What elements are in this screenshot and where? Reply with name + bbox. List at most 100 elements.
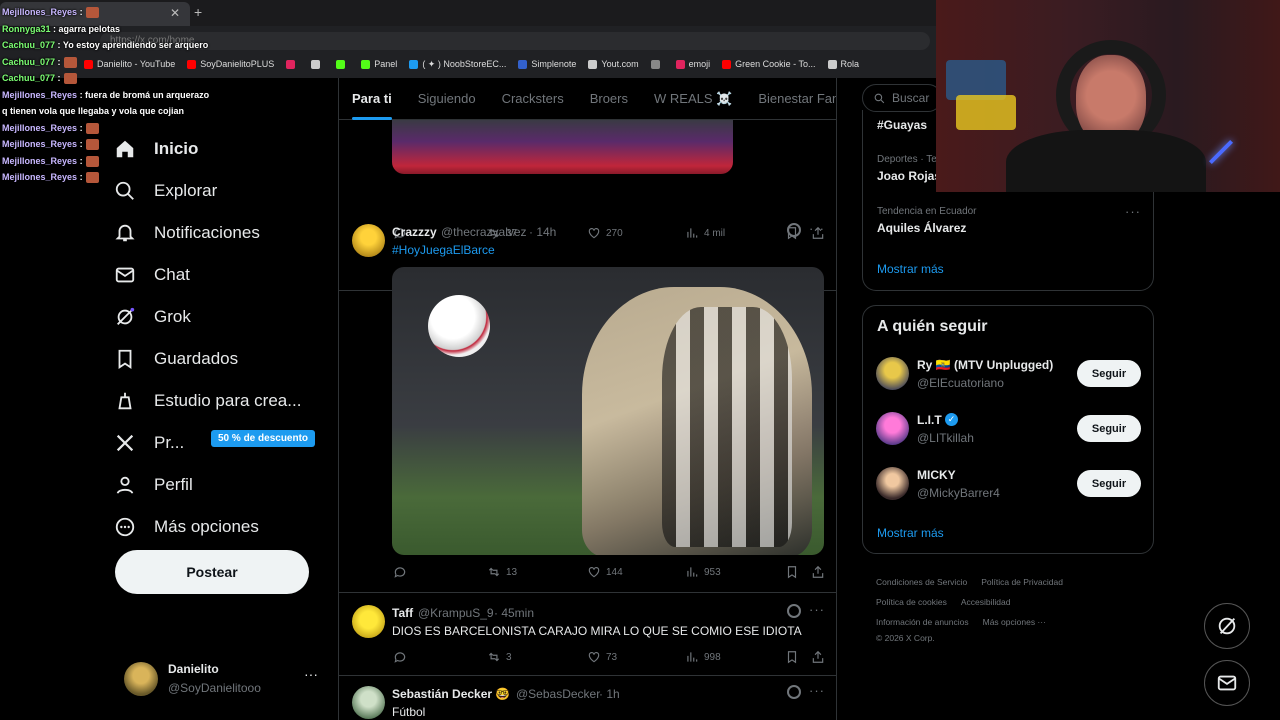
- reply-button[interactable]: [393, 565, 412, 579]
- suggested-user-name[interactable]: L.I.T: [917, 413, 942, 427]
- studio-icon: [118, 392, 132, 410]
- more-icon[interactable]: ···: [809, 683, 825, 698]
- avatar[interactable]: [876, 357, 909, 390]
- bookmark-item[interactable]: Yout.com: [588, 59, 639, 69]
- reply-button[interactable]: [393, 650, 412, 664]
- grok-icon[interactable]: [787, 604, 801, 618]
- show-more-follow-link[interactable]: Mostrar más: [877, 526, 944, 540]
- account-switcher[interactable]: Danielito @SoyDanielitooo ···: [124, 660, 324, 700]
- bookmark-item[interactable]: ( ✦ ) NoobStoreEC...: [409, 59, 506, 70]
- sidebar-item-guardados[interactable]: Guardados: [114, 338, 334, 380]
- trend-item[interactable]: #Guayas: [877, 118, 927, 132]
- bookmark-item[interactable]: Simplenote: [518, 59, 576, 69]
- led-light: [1208, 139, 1234, 165]
- bookmark-item[interactable]: [650, 59, 664, 69]
- bookmark-post-button[interactable]: [785, 650, 799, 664]
- trend-item[interactable]: Tendencia en Ecuador Aquiles Álvarez: [877, 206, 977, 235]
- post-hashtag[interactable]: #HoyJuegaElBarce: [392, 243, 495, 257]
- footer-link[interactable]: Política de Privacidad: [981, 577, 1063, 587]
- suggested-user-handle[interactable]: @MickyBarrer4: [917, 486, 1000, 500]
- post-author-handle[interactable]: @thecrazyalvez: [441, 225, 527, 239]
- chat-text: q tienen vola que llegaba y vola que coj…: [2, 106, 185, 116]
- sidebar-item-grok[interactable]: Grok: [114, 296, 334, 338]
- more-icon[interactable]: ···: [809, 221, 825, 236]
- more-icon[interactable]: ···: [304, 666, 318, 682]
- more-icon[interactable]: ···: [809, 602, 825, 617]
- post-time[interactable]: · 14h: [529, 225, 556, 239]
- bookmark-post-button[interactable]: [785, 565, 799, 579]
- post-author-handle[interactable]: @KrampuS_9: [418, 606, 494, 620]
- avatar[interactable]: [352, 686, 385, 719]
- grok-icon[interactable]: [787, 223, 801, 237]
- bookmark-item[interactable]: emoji: [675, 59, 710, 69]
- post-button[interactable]: Postear: [115, 550, 309, 594]
- suggested-user-name[interactable]: Ry 🇪🇨 (MTV Unplugged): [917, 358, 1053, 372]
- bookmark-item[interactable]: Green Cookie - To...: [722, 59, 816, 69]
- post[interactable]: Taff @KrampuS_9 · 45min ··· DIOS ES BARC…: [339, 593, 836, 676]
- post[interactable]: Sebastián Decker 🤓 @SebasDecker · 1h ···…: [339, 676, 836, 720]
- footer-link[interactable]: Condiciones de Servicio: [876, 577, 967, 587]
- views-button[interactable]: 998: [685, 650, 721, 664]
- views-button[interactable]: 953: [685, 565, 721, 579]
- bookmark-item[interactable]: Panel: [361, 59, 397, 69]
- post[interactable]: Crazzzy @thecrazyalvez · 14h ··· #HoyJue…: [339, 212, 836, 593]
- like-button[interactable]: 73: [587, 650, 617, 664]
- feed-tab[interactable]: Para ti: [352, 91, 392, 120]
- share-button[interactable]: [811, 650, 825, 664]
- like-button[interactable]: 144: [587, 565, 623, 579]
- bookmark-item[interactable]: [336, 59, 349, 69]
- avatar[interactable]: [352, 605, 385, 638]
- footer-link[interactable]: Más opciones ···: [983, 617, 1046, 627]
- sidebar-item-notificaciones[interactable]: Notificaciones: [114, 212, 334, 254]
- footer-link[interactable]: Política de cookies: [876, 597, 947, 607]
- show-more-trends-link[interactable]: Mostrar más: [877, 262, 944, 276]
- avatar[interactable]: [876, 412, 909, 445]
- grok-fab-button[interactable]: [1204, 603, 1250, 649]
- post-time[interactable]: · 45min: [494, 606, 534, 620]
- repost-button[interactable]: 3: [487, 650, 512, 664]
- feed-tab[interactable]: W REALS ☠️: [654, 91, 732, 107]
- chat-message: Mejillones_Reyes : fuera de bromá un arq…: [2, 87, 222, 104]
- chat-username: Mejillones_Reyes: [2, 155, 78, 166]
- suggested-user-name[interactable]: MICKY: [917, 468, 956, 482]
- post-image[interactable]: [392, 267, 824, 555]
- repost-button[interactable]: 13: [487, 565, 517, 579]
- sidebar-item-perfil[interactable]: Perfil: [114, 464, 334, 506]
- follow-button[interactable]: Seguir: [1077, 360, 1141, 387]
- more-icon[interactable]: ···: [1125, 204, 1141, 219]
- post-text[interactable]: Fútbol: [392, 705, 425, 719]
- follow-button[interactable]: Seguir: [1077, 415, 1141, 442]
- post-text[interactable]: DIOS ES BARCELONISTA CARAJO MIRA LO QUE …: [392, 624, 802, 638]
- sidebar-item-chat[interactable]: Chat: [114, 254, 334, 296]
- feed-tab[interactable]: Cracksters: [502, 91, 564, 106]
- feed-tab[interactable]: Siguiendo: [418, 91, 476, 106]
- footer-link[interactable]: Información de anuncios: [876, 617, 969, 627]
- chat-message: Mejillones_Reyes :: [2, 153, 222, 170]
- post-author-name[interactable]: Crazzzy: [392, 225, 437, 239]
- sidebar-nav: Inicio Explorar Notificaciones Chat Grok Guar…: [114, 128, 334, 548]
- avatar[interactable]: [352, 224, 385, 257]
- post-image[interactable]: [392, 120, 733, 174]
- footer-link[interactable]: Accesibilidad: [961, 597, 1011, 607]
- post-author-name[interactable]: Taff: [392, 606, 413, 620]
- feed-tab[interactable]: Broers: [590, 91, 628, 106]
- sidebar-item-estudio-para-crea[interactable]: Estudio para crea...: [114, 380, 334, 422]
- post-author-name[interactable]: Sebastián Decker 🤓: [392, 687, 510, 701]
- premium-discount-badge[interactable]: 50 % de descuento: [211, 430, 316, 447]
- suggested-user-handle[interactable]: @LITkillah: [917, 431, 974, 445]
- bookmark-item[interactable]: [311, 59, 324, 69]
- messages-fab-button[interactable]: [1204, 660, 1250, 706]
- bookmark-item[interactable]: Rola: [827, 59, 859, 69]
- bookmark-item[interactable]: [286, 59, 299, 69]
- post-time[interactable]: · 1h: [599, 687, 620, 701]
- post-author-handle[interactable]: @SebasDecker: [516, 687, 600, 701]
- search-input[interactable]: Buscar: [862, 84, 942, 112]
- feed-tab[interactable]: Bienestar Familiar: [758, 91, 836, 106]
- avatar[interactable]: [876, 467, 909, 500]
- follow-button[interactable]: Seguir: [1077, 470, 1141, 497]
- address-bar[interactable]: https://x.com/home: [100, 32, 930, 50]
- grok-icon[interactable]: [787, 685, 801, 699]
- suggested-user-handle[interactable]: @ElEcuatoriano: [917, 376, 1004, 390]
- share-button[interactable]: [811, 565, 825, 579]
- sidebar-item-más-opciones[interactable]: Más opciones: [114, 506, 334, 548]
